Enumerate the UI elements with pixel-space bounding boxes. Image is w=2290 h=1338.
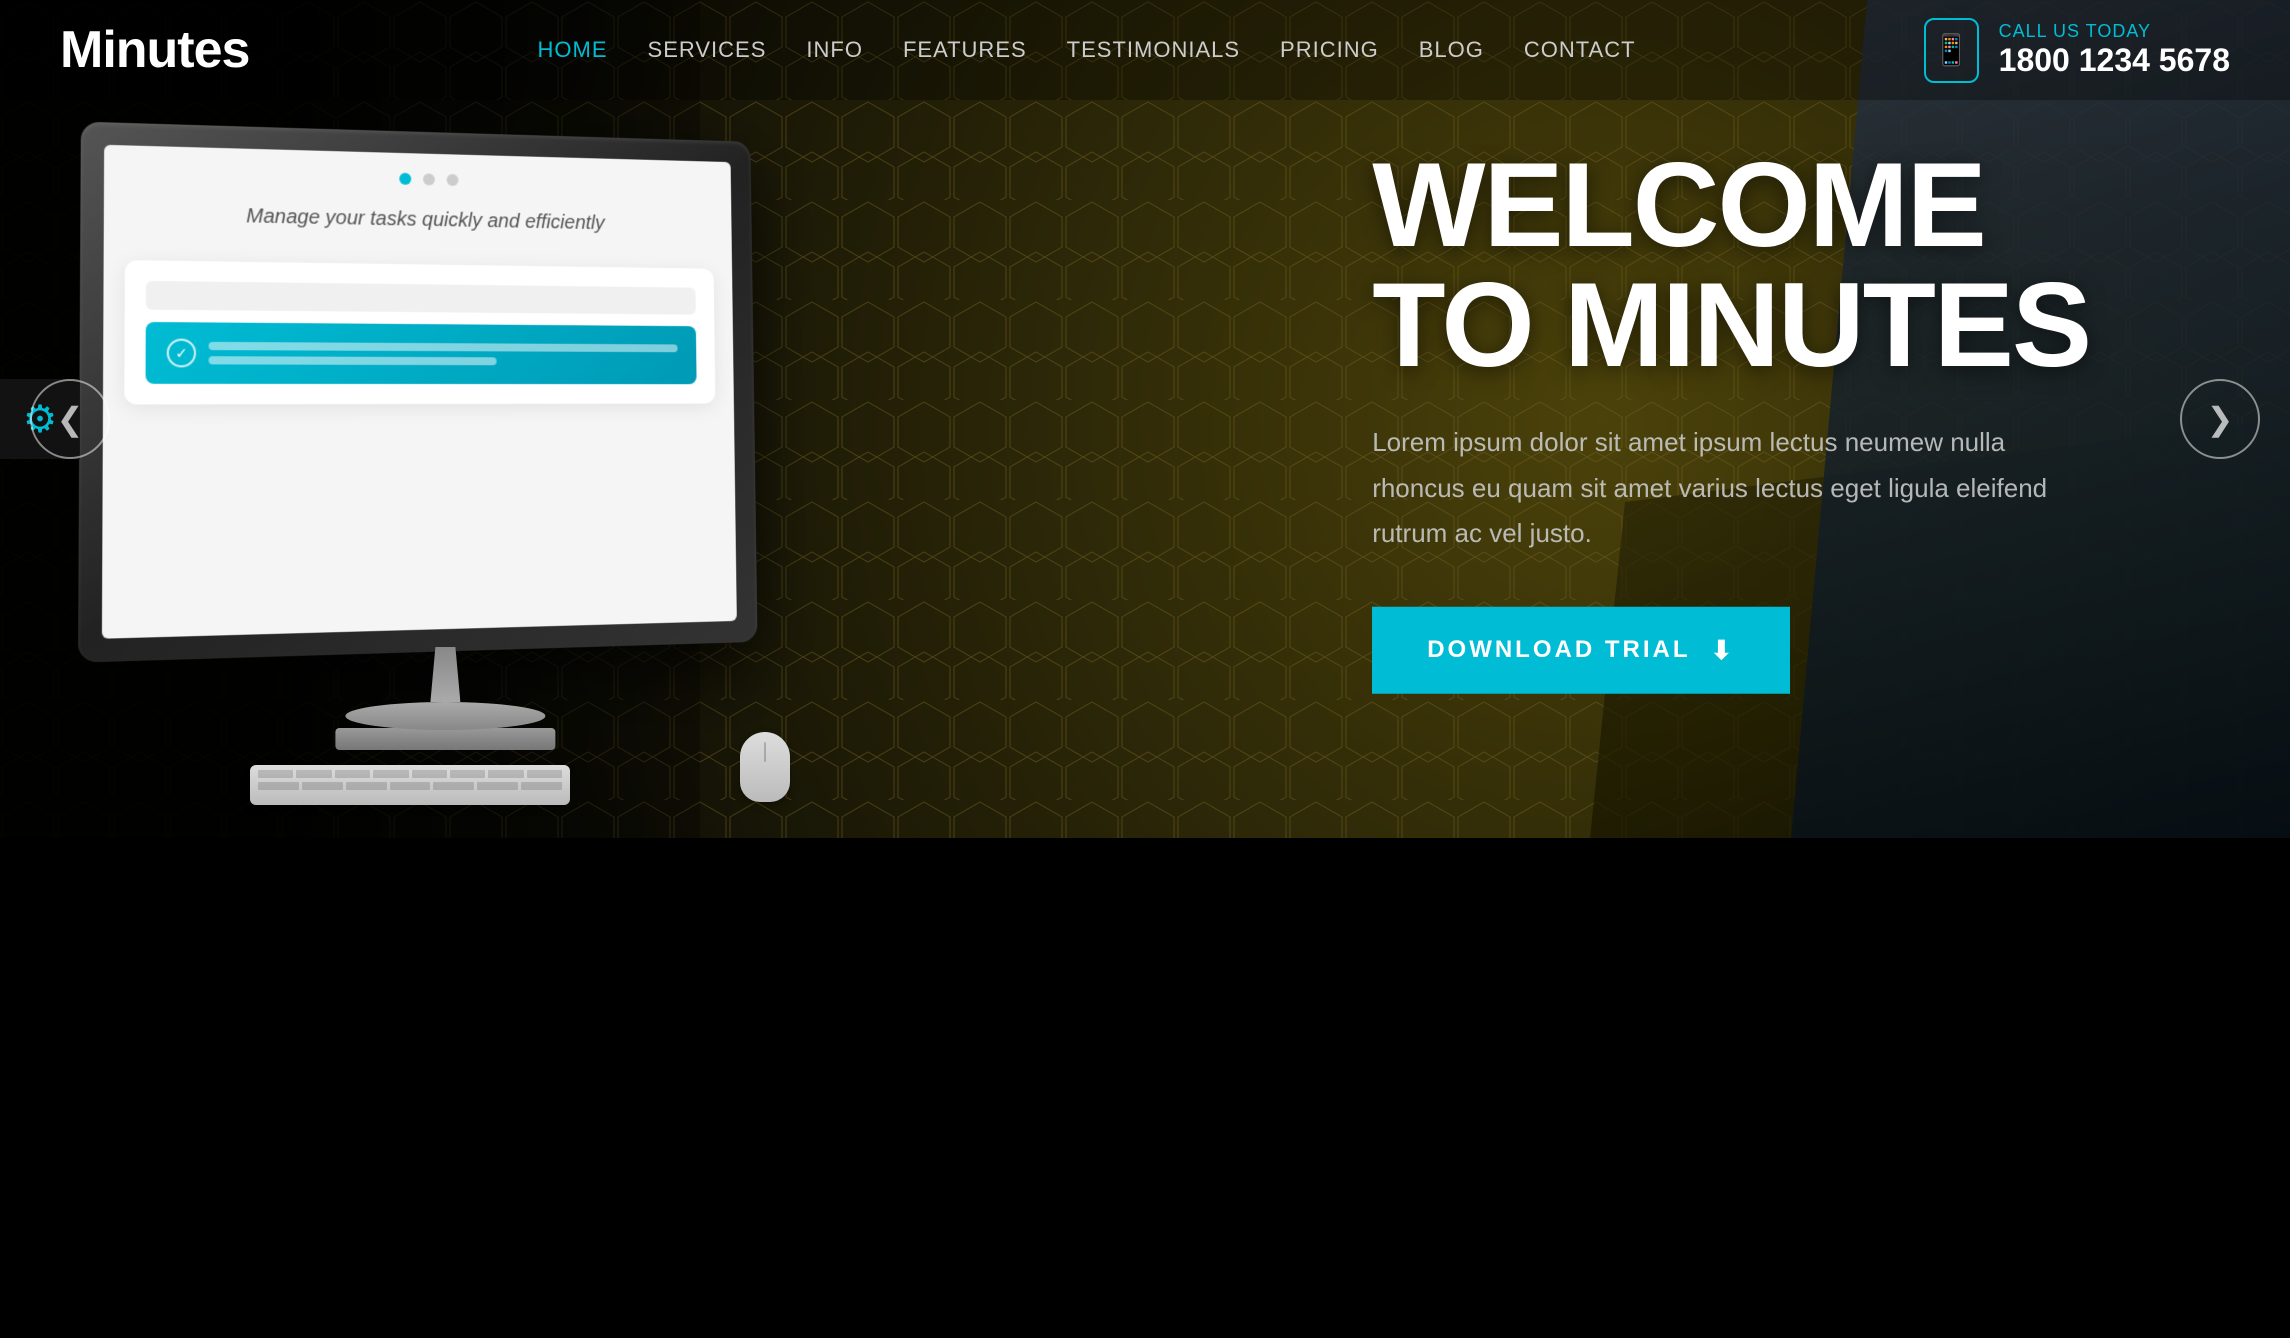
call-info: CALL US TODAY 1800 1234 5678: [1999, 21, 2230, 79]
kb-row-1: [258, 770, 562, 778]
call-label: CALL US TODAY: [1999, 21, 2230, 42]
screen-card: ✓: [124, 260, 715, 404]
phone-icon: 📱: [1932, 33, 1969, 68]
screen-dot-3: [447, 174, 459, 186]
stand-base-flat: [335, 728, 555, 750]
hero-description: Lorem ipsum dolor sit amet ipsum lectus …: [1372, 420, 2052, 557]
kb-key: [527, 770, 562, 778]
next-arrow-icon: ❯: [2207, 400, 2234, 438]
nav-cta: 📱 CALL US TODAY 1800 1234 5678: [1924, 18, 2230, 83]
kb-key: [521, 782, 562, 790]
keyboard: [250, 765, 570, 805]
keyboard-wrap: [250, 765, 570, 805]
kb-key: [296, 770, 331, 778]
call-number: 1800 1234 5678: [1999, 42, 2230, 78]
monitor-bezel: Manage your tasks quickly and efficientl…: [78, 122, 757, 663]
kb-key: [346, 782, 387, 790]
hero-section: Minutes HOME SERVICES INFO FEATURES TEST…: [0, 0, 2290, 838]
nav-link-blog[interactable]: BLOG: [1419, 37, 1484, 63]
nav-link-pricing[interactable]: PRICING: [1280, 37, 1379, 63]
prev-arrow-icon: ❮: [57, 400, 84, 438]
slider-next-button[interactable]: ❯: [2180, 379, 2260, 459]
screen-line-2: [209, 356, 497, 365]
screen-dot-1: [399, 173, 411, 185]
monitor-mockup: Manage your tasks quickly and efficientl…: [90, 130, 770, 810]
slider-prev-button[interactable]: ❮: [30, 379, 110, 459]
stand-neck: [420, 647, 470, 702]
brand-logo[interactable]: Minutes: [60, 20, 249, 80]
kb-key: [258, 782, 299, 790]
mouse: [740, 732, 790, 802]
kb-key: [258, 770, 293, 778]
monitor-outer: Manage your tasks quickly and efficientl…: [90, 130, 770, 650]
hero-title: WELCOME TO MINUTES: [1372, 145, 2090, 385]
nav-link-features[interactable]: FEATURES: [903, 37, 1027, 63]
kb-key: [390, 782, 431, 790]
nav-links: HOME SERVICES INFO FEATURES TESTIMONIALS…: [538, 37, 1636, 63]
monitor-screen: Manage your tasks quickly and efficientl…: [102, 145, 737, 639]
kb-key: [477, 782, 518, 790]
download-trial-button[interactable]: DOWNLOAD TRIAL ⬇: [1372, 606, 1790, 693]
hero-title-line1: WELCOME: [1372, 138, 1985, 272]
screen-title-text: Manage your tasks quickly and efficientl…: [125, 199, 713, 240]
hero-title-line2: TO MINUTES: [1372, 258, 2090, 392]
screen-dot-2: [423, 173, 435, 185]
hero-content: WELCOME TO MINUTES Lorem ipsum dolor sit…: [1372, 145, 2090, 694]
screen-lines: [209, 342, 678, 366]
screen-input-mock: [146, 281, 696, 315]
download-icon: ⬇: [1710, 634, 1735, 665]
nav-link-info[interactable]: INFO: [806, 37, 863, 63]
screen-dots: [125, 166, 712, 192]
monitor-stand: [335, 647, 555, 750]
kb-key: [488, 770, 523, 778]
phone-icon-wrap: 📱: [1924, 18, 1979, 83]
nav-link-contact[interactable]: CONTACT: [1524, 37, 1636, 63]
kb-key: [450, 770, 485, 778]
nav-link-services[interactable]: SERVICES: [648, 37, 767, 63]
kb-key: [412, 770, 447, 778]
kb-key: [433, 782, 474, 790]
screen-line-1: [209, 342, 678, 352]
kb-key: [373, 770, 408, 778]
kb-key: [302, 782, 343, 790]
download-btn-label: DOWNLOAD TRIAL: [1427, 636, 1690, 664]
navigation: Minutes HOME SERVICES INFO FEATURES TEST…: [0, 0, 2290, 100]
screen-btn-mock: ✓: [146, 322, 697, 384]
kb-key: [335, 770, 370, 778]
screen-check-icon: ✓: [167, 339, 196, 368]
nav-link-testimonials[interactable]: TESTIMONIALS: [1067, 37, 1240, 63]
nav-link-home[interactable]: HOME: [538, 37, 608, 63]
kb-row-2: [258, 782, 562, 790]
stand-base: [345, 702, 545, 730]
